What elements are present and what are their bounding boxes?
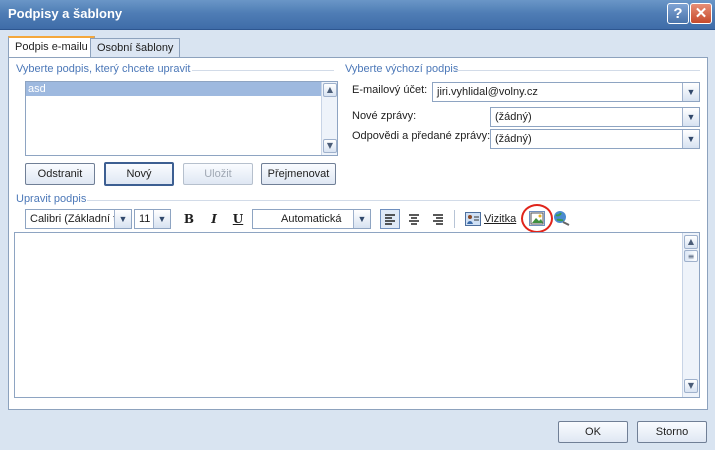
email-account-select[interactable]: jiri.vyhlidal@volny.cz ▼ xyxy=(432,82,700,102)
tab-personal-templates-label: Osobní šablony xyxy=(97,42,174,54)
chevron-down-icon[interactable]: ▼ xyxy=(682,130,699,148)
replies-value: (žádný) xyxy=(495,133,532,145)
chevron-down-icon[interactable]: ▼ xyxy=(353,210,370,228)
scroll-down-icon[interactable]: ▼ xyxy=(684,379,698,393)
chevron-down-icon[interactable]: ▼ xyxy=(682,108,699,126)
font-size-select[interactable]: 11 ▼ xyxy=(134,209,171,229)
chevron-down-icon[interactable]: ▼ xyxy=(153,210,170,228)
chevron-down-icon[interactable]: ▼ xyxy=(682,83,699,101)
group-divider xyxy=(455,70,700,71)
new-button[interactable]: Nový xyxy=(104,162,174,186)
list-item[interactable]: asd xyxy=(26,82,323,96)
save-button[interactable]: Uložit xyxy=(183,163,253,185)
signature-list[interactable]: asd ▲ ▼ xyxy=(25,81,338,156)
rename-button[interactable]: Přejmenovat xyxy=(261,163,336,185)
font-color-select[interactable]: Automatická ▼ xyxy=(252,209,371,229)
font-select[interactable]: Calibri (Základní tex ▼ xyxy=(25,209,132,229)
select-signature-group-title: Vyberte podpis, který chcete upravit xyxy=(16,63,191,75)
tab-email-signature-label: Podpis e-mailu xyxy=(15,41,88,53)
toolbar-separator xyxy=(454,210,455,228)
font-color-value: Automatická xyxy=(281,213,342,225)
email-account-value: jiri.vyhlidal@volny.cz xyxy=(437,86,538,98)
business-card-label-text: Vizitka xyxy=(484,213,517,225)
signature-list-scrollbar[interactable]: ▲ ▼ xyxy=(321,82,337,155)
delete-button[interactable]: Odstranit xyxy=(25,163,95,185)
replies-select[interactable]: (žádný) ▼ xyxy=(490,129,700,149)
editor-scrollbar[interactable]: ▲ ≡ ▼ xyxy=(682,233,699,397)
default-signature-group-title: Vyberte výchozí podpis xyxy=(345,63,459,75)
bold-icon[interactable]: B xyxy=(180,210,198,228)
scroll-up-icon[interactable]: ▲ xyxy=(323,83,337,97)
align-center-icon[interactable] xyxy=(405,210,423,228)
scroll-thumb[interactable]: ≡ xyxy=(684,250,698,262)
chevron-down-icon[interactable]: ▼ xyxy=(114,210,131,228)
replies-label: Odpovědi a předané zprávy: xyxy=(352,130,491,142)
align-right-icon[interactable] xyxy=(429,210,447,228)
email-account-label: E-mailový účet: xyxy=(352,84,428,96)
font-size-value: 11 xyxy=(139,213,151,225)
business-card-label[interactable]: Vizitka xyxy=(484,213,516,225)
close-button[interactable]: ✕ xyxy=(690,3,712,24)
align-left-icon[interactable] xyxy=(380,209,400,229)
group-divider xyxy=(192,70,334,71)
group-divider xyxy=(87,200,700,201)
scroll-down-icon[interactable]: ▼ xyxy=(323,139,337,153)
new-messages-label: Nové zprávy: xyxy=(352,110,417,122)
tab-personal-templates[interactable]: Osobní šablony xyxy=(90,38,181,57)
scroll-up-icon[interactable]: ▲ xyxy=(684,235,698,249)
new-messages-select[interactable]: (žádný) ▼ xyxy=(490,107,700,127)
window-title: Podpisy a šablony xyxy=(8,6,123,21)
business-card-icon[interactable] xyxy=(465,212,481,226)
insert-picture-icon[interactable] xyxy=(529,211,545,226)
italic-icon[interactable]: I xyxy=(205,210,223,228)
tab-email-signature[interactable]: Podpis e-mailu xyxy=(8,36,95,57)
edit-signature-group-title: Upravit podpis xyxy=(16,193,87,205)
help-button[interactable]: ? xyxy=(667,3,689,24)
insert-hyperlink-icon[interactable] xyxy=(553,209,571,227)
new-messages-value: (žádný) xyxy=(495,111,532,123)
signature-editor[interactable]: ▲ ≡ ▼ xyxy=(14,232,700,398)
ok-button[interactable]: OK xyxy=(558,421,628,443)
cancel-button[interactable]: Storno xyxy=(637,421,707,443)
underline-icon[interactable]: U xyxy=(229,210,247,228)
